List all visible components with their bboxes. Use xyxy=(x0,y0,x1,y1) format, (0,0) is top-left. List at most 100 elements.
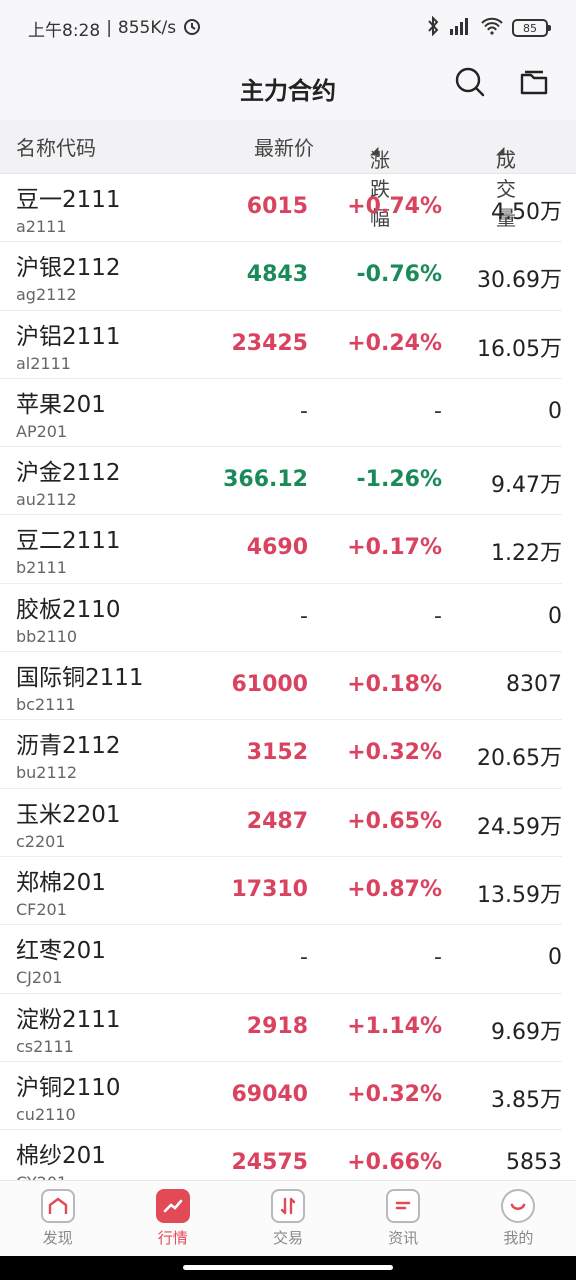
contract-code: au2112 xyxy=(16,490,77,510)
wifi-icon xyxy=(480,17,504,40)
change-percent: - xyxy=(434,945,442,971)
table-row[interactable]: 沥青2112 bu2112 3152 +0.32% 20.65万 xyxy=(0,720,562,789)
nav-bar: 主力合约 xyxy=(0,56,576,120)
contract-name: 豆二2111 xyxy=(16,528,121,555)
contract-code: bc2111 xyxy=(16,695,76,715)
table-row[interactable]: 豆一2111 a2111 6015 +0.74% 4.50万 xyxy=(0,174,562,243)
trade-volume: 24.59万 xyxy=(477,814,562,840)
contract-list[interactable]: 豆一2111 a2111 6015 +0.74% 4.50万 沪银2112 ag2112 48… xyxy=(0,174,576,1180)
latest-price: - xyxy=(300,945,308,971)
change-percent: +0.32% xyxy=(347,740,442,766)
change-percent: +0.65% xyxy=(347,808,442,834)
contract-code: CY201 xyxy=(16,1173,67,1180)
contract-name: 胶板2110 xyxy=(16,596,121,623)
contract-name: 沥青2112 xyxy=(16,733,121,760)
contract-code: cs2111 xyxy=(16,1036,74,1056)
search-button[interactable] xyxy=(452,66,488,102)
tab-2[interactable]: 交易 xyxy=(248,1189,328,1248)
table-row[interactable]: 沪银2112 ag2112 4843 -0.76% 30.69万 xyxy=(0,242,562,311)
table-row[interactable]: 玉米2201 c2201 2487 +0.65% 24.59万 xyxy=(0,789,562,857)
nav-actions xyxy=(452,66,552,102)
page-title: 主力合约 xyxy=(240,76,336,105)
change-percent: - xyxy=(434,603,442,629)
trade-volume: 20.65万 xyxy=(477,746,562,772)
trade-volume: 8307 xyxy=(506,672,562,698)
home-indicator xyxy=(0,1256,576,1280)
table-row[interactable]: 苹果201 AP201 - - 0 xyxy=(0,379,562,448)
tab-label: 交易 xyxy=(272,1229,303,1247)
latest-price: 2918 xyxy=(246,1013,308,1039)
trade-volume: 5853 xyxy=(506,1150,562,1176)
contract-code: CF201 xyxy=(16,899,67,919)
tab-3[interactable]: 资讯 xyxy=(363,1189,443,1248)
change-percent: -1.26% xyxy=(356,467,442,493)
change-percent: +1.14% xyxy=(347,1013,442,1039)
trade-volume: 0 xyxy=(548,945,562,971)
tab-0[interactable]: 发现 xyxy=(18,1189,98,1248)
trade-volume: 0 xyxy=(548,603,562,629)
change-percent: +0.24% xyxy=(347,330,442,356)
home-icon xyxy=(40,1189,75,1223)
change-percent: +0.18% xyxy=(347,672,442,698)
change-percent: - xyxy=(434,398,442,424)
latest-price: 69040 xyxy=(231,1081,308,1107)
trade-volume: 0 xyxy=(548,398,562,424)
change-percent: +0.66% xyxy=(347,1150,442,1176)
latest-price: - xyxy=(300,398,308,424)
contract-name: 苹果201 xyxy=(16,391,106,418)
search-icon xyxy=(454,66,486,102)
contract-code: bb2110 xyxy=(16,626,78,646)
column-name-header[interactable]: 名称代码 xyxy=(16,132,96,161)
contract-name: 豆一2111 xyxy=(16,187,121,213)
latest-price: - xyxy=(300,603,308,629)
folder-icon xyxy=(519,68,549,100)
trade-volume: 16.05万 xyxy=(477,336,562,362)
column-header-row: 名称代码 最新价 涨跌幅 ◢ 成交量 ◢ xyxy=(0,120,576,230)
contract-code: AP201 xyxy=(16,421,68,441)
contract-name: 红枣201 xyxy=(16,938,106,965)
latest-price: 23425 xyxy=(231,330,308,356)
table-row[interactable]: 红枣201 CJ201 - - 0 xyxy=(0,925,562,994)
trade-volume: 30.69万 xyxy=(477,268,562,294)
tab-label: 资讯 xyxy=(388,1229,419,1247)
tab-4[interactable]: 我的 xyxy=(478,1189,558,1248)
table-row[interactable]: 国际铜2111 bc2111 61000 +0.18% 8307 xyxy=(0,652,562,721)
latest-price: 6015 xyxy=(246,194,308,219)
status-left: 上午8:28 | 855K/s xyxy=(28,16,202,41)
contract-code: bu2112 xyxy=(16,763,78,783)
table-row[interactable]: 胶板2110 bb2110 - - 0 xyxy=(0,584,562,653)
sort-triangle-icon: ◢ xyxy=(496,144,505,157)
change-percent: +0.74% xyxy=(347,194,442,219)
sort-triangle-icon: ◢ xyxy=(370,144,379,157)
contract-name: 沪铜2110 xyxy=(16,1074,121,1101)
tab-1[interactable]: 行情 xyxy=(133,1189,213,1248)
status-bar: 上午8:28 | 855K/s 85 xyxy=(0,0,576,56)
folder-button[interactable] xyxy=(516,66,552,102)
table-row[interactable]: 沪铝2111 al2111 23425 +0.24% 16.05万 xyxy=(0,311,562,379)
news-icon xyxy=(386,1189,421,1223)
column-price-header[interactable]: 最新价 xyxy=(254,132,314,161)
tab-label: 行情 xyxy=(157,1229,188,1247)
table-row[interactable]: 沪铜2110 cu2110 69040 +0.32% 3.85万 xyxy=(0,1062,562,1131)
alarm-icon xyxy=(182,16,202,41)
latest-price: 2487 xyxy=(246,808,308,834)
trade-arrows-icon xyxy=(270,1189,305,1223)
contract-name: 棉纱201 xyxy=(16,1143,106,1170)
table-row[interactable]: 淀粉2111 cs2111 2918 +1.14% 9.69万 xyxy=(0,994,562,1062)
battery-icon: 85 xyxy=(512,19,551,37)
latest-price: 24575 xyxy=(231,1150,308,1176)
trade-volume: 4.50万 xyxy=(491,200,562,225)
table-row[interactable]: 沪金2112 au2112 366.12 -1.26% 9.47万 xyxy=(0,447,562,516)
table-row[interactable]: 豆二2111 b2111 4690 +0.17% 1.22万 xyxy=(0,515,562,584)
latest-price: 366.12 xyxy=(223,467,308,493)
contract-name: 淀粉2111 xyxy=(16,1006,121,1033)
table-row[interactable]: 郑棉201 CF201 17310 +0.87% 13.59万 xyxy=(0,857,562,926)
tab-label: 发现 xyxy=(42,1229,73,1247)
tab-label: 我的 xyxy=(503,1229,534,1247)
table-row[interactable]: 棉纱201 CY201 24575 +0.66% 5853 xyxy=(0,1130,562,1180)
contract-name: 国际铜2111 xyxy=(16,665,144,692)
trend-chart-icon xyxy=(155,1189,190,1223)
status-time: 上午8:28 xyxy=(28,20,101,41)
contract-code: CJ201 xyxy=(16,968,63,988)
latest-price: 4690 xyxy=(246,535,308,561)
